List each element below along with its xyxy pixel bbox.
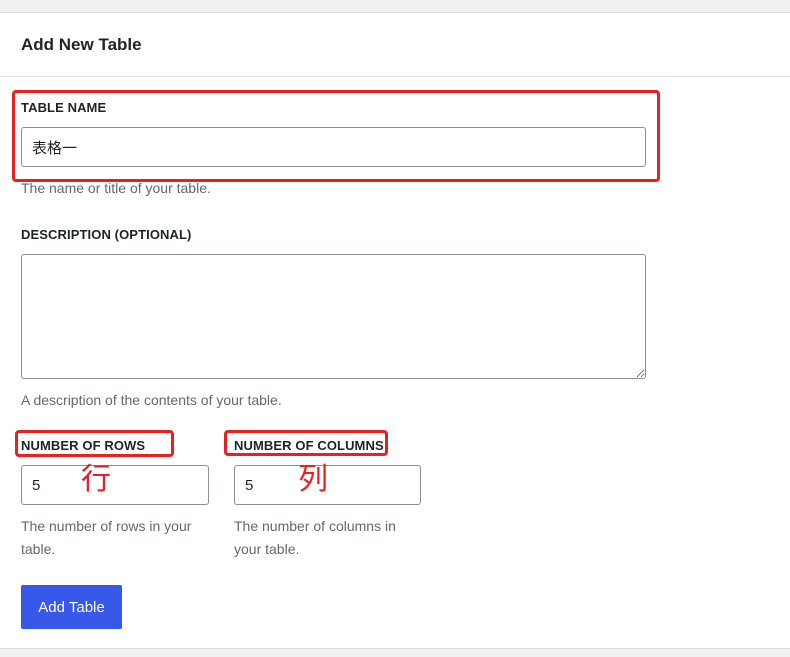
header-divider (0, 76, 790, 77)
columns-input[interactable] (234, 465, 421, 505)
panel-title: Add New Table (21, 35, 142, 54)
rows-help-line-2: table. (21, 541, 56, 557)
add-table-panel: Add New Table TABLE NAME The name or tit… (0, 12, 790, 649)
table-name-input[interactable] (21, 127, 646, 167)
description-textarea[interactable] (21, 254, 646, 379)
add-table-button[interactable]: Add Table (21, 585, 122, 629)
columns-help-line-1: The number of columns in (234, 518, 396, 534)
description-label: DESCRIPTION (OPTIONAL) (21, 227, 192, 242)
rows-input[interactable] (21, 465, 209, 505)
rows-help: The number of rows in your table. (21, 515, 191, 561)
columns-help: The number of columns in your table. (234, 515, 396, 561)
description-help: A description of the contents of your ta… (21, 392, 282, 408)
rows-help-line-1: The number of rows in your (21, 518, 192, 534)
columns-label: NUMBER OF COLUMNS (234, 438, 384, 453)
table-name-help: The name or title of your table. (21, 180, 211, 196)
table-name-label: TABLE NAME (21, 100, 107, 115)
columns-help-line-2: your table. (234, 541, 300, 557)
rows-label: NUMBER OF ROWS (21, 438, 146, 453)
